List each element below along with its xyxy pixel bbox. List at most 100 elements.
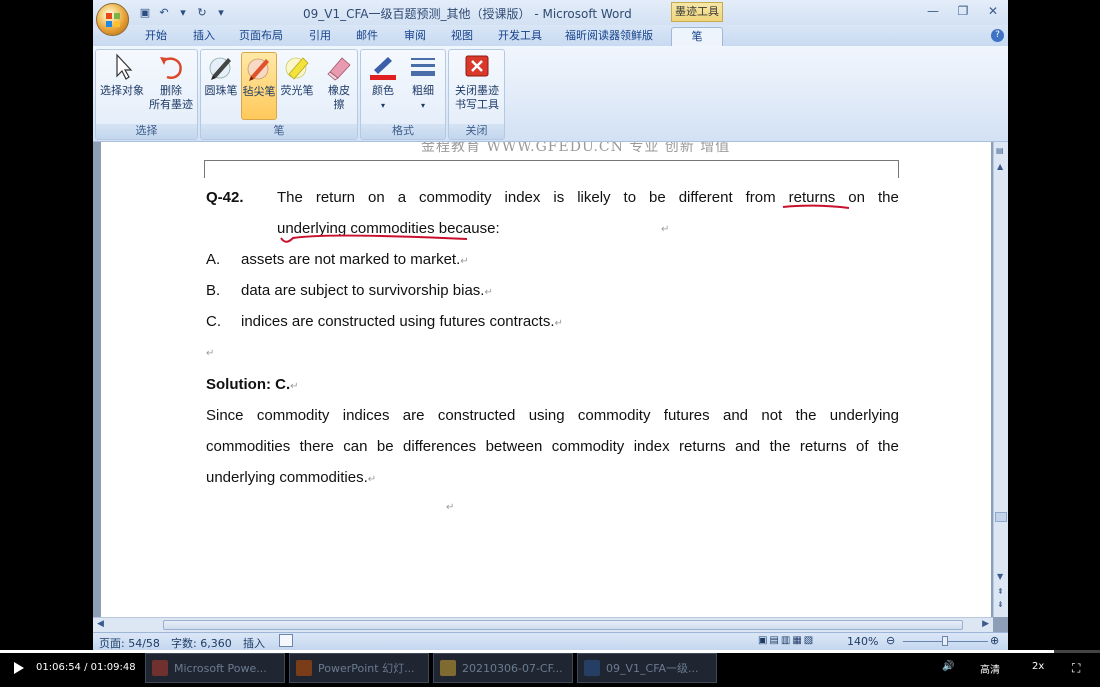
highlighter-icon — [285, 57, 309, 80]
tab-insert[interactable]: 插入 — [189, 27, 219, 46]
quality-button[interactable]: 高清 — [980, 661, 1000, 676]
word: The — [277, 189, 303, 206]
word: the — [769, 438, 791, 455]
scroll-right-icon[interactable]: ▶ — [982, 619, 989, 629]
macro-record-icon[interactable] — [279, 634, 293, 647]
word: different — [678, 189, 733, 206]
insert-mode[interactable]: 插入 — [243, 635, 265, 650]
tab-view[interactable]: 视图 — [447, 27, 477, 46]
undo-icon[interactable]: ↶ — [156, 5, 172, 20]
horizontal-scrollbar[interactable]: ◀ ▶ — [93, 617, 993, 632]
taskbar-item[interactable]: 20210306-07-CF... — [433, 653, 573, 683]
question-number: Q-42. — [206, 189, 244, 206]
word: returns — [788, 189, 836, 206]
vertical-scroll-thumb[interactable] — [995, 512, 1007, 522]
option-c-letter: C. — [206, 313, 221, 330]
word: be — [376, 438, 394, 455]
felt-tip-pen-button[interactable]: 毡尖笔 — [241, 52, 277, 120]
word: and — [723, 407, 749, 424]
word: between — [485, 438, 543, 455]
word-count[interactable]: 字数: 6,360 — [171, 635, 232, 650]
speed-button[interactable]: 2x — [1032, 661, 1044, 672]
ruler-toggle-icon[interactable]: ▤ — [996, 146, 1004, 155]
tab-mailings[interactable]: 邮件 — [352, 27, 382, 46]
delete-all-ink-button[interactable]: 删除 所有墨迹 — [146, 52, 196, 112]
tab-references[interactable]: 引用 — [305, 27, 335, 46]
word-window: ▣ ↶ ▾ ↻ ▾ 09_V1_CFA一级百题预测_其他（授课版） - Micr… — [93, 0, 1008, 650]
help-icon[interactable]: ? — [991, 29, 1004, 42]
solution-line-3: underlying commodities.↵ — [206, 469, 377, 486]
screen: ▣ ↶ ▾ ↻ ▾ 09_V1_CFA一级百题预测_其他（授课版） - Micr… — [0, 0, 1100, 687]
highlighter-button[interactable]: 荧光笔 — [279, 52, 315, 98]
word: commodity — [419, 189, 492, 206]
document-page[interactable]: 金程教育 WWW.GFEDU.CN 专业 创新 增值 Q-42. The retu… — [101, 142, 991, 618]
page-indicator[interactable]: 页面: 54/58 — [99, 635, 160, 650]
volume-icon[interactable]: 🔊 — [942, 661, 954, 672]
paragraph-mark: ↵ — [661, 224, 670, 235]
play-icon[interactable] — [14, 662, 24, 674]
word: are — [402, 407, 425, 424]
tab-home[interactable]: 开始 — [141, 27, 171, 46]
tab-foxit[interactable]: 福昕阅读器领鲜版 — [564, 27, 654, 46]
fullscreen-icon[interactable]: ⛶ — [1072, 661, 1080, 676]
redo-icon[interactable]: ↻ — [194, 5, 210, 20]
ballpoint-pen-button[interactable]: 圆珠笔 — [203, 52, 239, 98]
title-bar: ▣ ↶ ▾ ↻ ▾ 09_V1_CFA一级百题预测_其他（授课版） - Micr… — [93, 0, 1008, 25]
video-progress-bar[interactable] — [0, 650, 1100, 653]
customize-qat-icon[interactable]: ▾ — [213, 5, 229, 20]
format-group: 颜色 ▾ 粗细 ▾ 格式 — [360, 49, 446, 140]
word: return — [315, 189, 356, 206]
option-a-text: assets are not marked to market.↵ — [241, 251, 469, 268]
word: index — [504, 189, 541, 206]
pen-group: 圆珠笔 毡尖笔 荧光笔 橡皮 擦 笔 — [200, 49, 358, 140]
tab-page-layout[interactable]: 页面布局 — [236, 27, 286, 46]
minimize-icon[interactable]: — — [918, 0, 948, 22]
word: differences — [403, 438, 477, 455]
word: the — [795, 407, 817, 424]
word: the — [877, 438, 899, 455]
view-buttons[interactable]: ▣▤▥▦▧ — [758, 635, 815, 646]
zoom-level[interactable]: 140% — [847, 635, 878, 648]
app-icon — [152, 660, 168, 676]
word: commodity — [256, 407, 330, 424]
document-area: 金程教育 WWW.GFEDU.CN 专业 创新 增值 Q-42. The retu… — [93, 142, 1008, 632]
tab-pen[interactable]: 笔 — [671, 27, 723, 46]
zoom-slider-thumb[interactable] — [942, 636, 948, 646]
scroll-left-icon[interactable]: ◀ — [97, 619, 104, 629]
word: and — [735, 438, 761, 455]
next-page-icon[interactable]: ⇟ — [997, 600, 1004, 609]
ballpoint-pen-icon — [209, 57, 231, 80]
zoom-in-icon[interactable]: ⊕ — [990, 634, 999, 647]
word: commodity — [551, 438, 625, 455]
word: index — [633, 438, 670, 455]
window-title: 09_V1_CFA一级百题预测_其他（授课版） - Microsoft Word — [303, 7, 632, 21]
option-b-letter: B. — [206, 282, 221, 299]
restore-icon[interactable]: ❐ — [948, 0, 978, 22]
tab-review[interactable]: 审阅 — [400, 27, 430, 46]
scroll-up-icon[interactable]: ▲ — [997, 162, 1003, 171]
pen-color-icon — [370, 57, 396, 80]
taskbar-item[interactable]: Microsoft Powe... — [145, 653, 285, 683]
word: on — [368, 189, 385, 206]
solution-line-2: commodities there can be differences between c… — [206, 438, 899, 455]
office-button[interactable] — [96, 3, 129, 36]
undo-arrow-icon — [160, 57, 182, 80]
taskbar-item[interactable]: 09_V1_CFA一级... — [577, 653, 717, 683]
close-group: 关闭墨迹 书写工具 关闭 — [448, 49, 505, 140]
taskbar-item[interactable]: PowerPoint 幻灯... — [289, 653, 429, 683]
ink-weight-button[interactable]: 粗细 ▾ — [404, 52, 442, 113]
close-ink-tools-button[interactable]: 关闭墨迹 书写工具 — [452, 52, 502, 112]
select-objects-button[interactable]: 选择对象 — [99, 52, 145, 98]
ink-color-button[interactable]: 颜色 ▾ — [364, 52, 402, 113]
save-icon[interactable]: ▣ — [137, 5, 153, 20]
eraser-button[interactable]: 橡皮 擦 — [321, 52, 357, 112]
undo-dropdown-icon[interactable]: ▾ — [175, 5, 191, 20]
scroll-down-icon[interactable]: ▼ — [997, 572, 1003, 581]
close-icon[interactable]: ✕ — [978, 0, 1008, 22]
horizontal-scroll-thumb[interactable] — [163, 620, 963, 630]
vertical-scrollbar[interactable]: ▤ ▲ ▼ ⇞ ⇟ — [993, 142, 1008, 617]
tab-developer[interactable]: 开发工具 — [495, 27, 545, 46]
zoom-out-icon[interactable]: ⊖ — [886, 634, 895, 647]
prev-page-icon[interactable]: ⇞ — [997, 587, 1004, 596]
word: on — [848, 189, 865, 206]
